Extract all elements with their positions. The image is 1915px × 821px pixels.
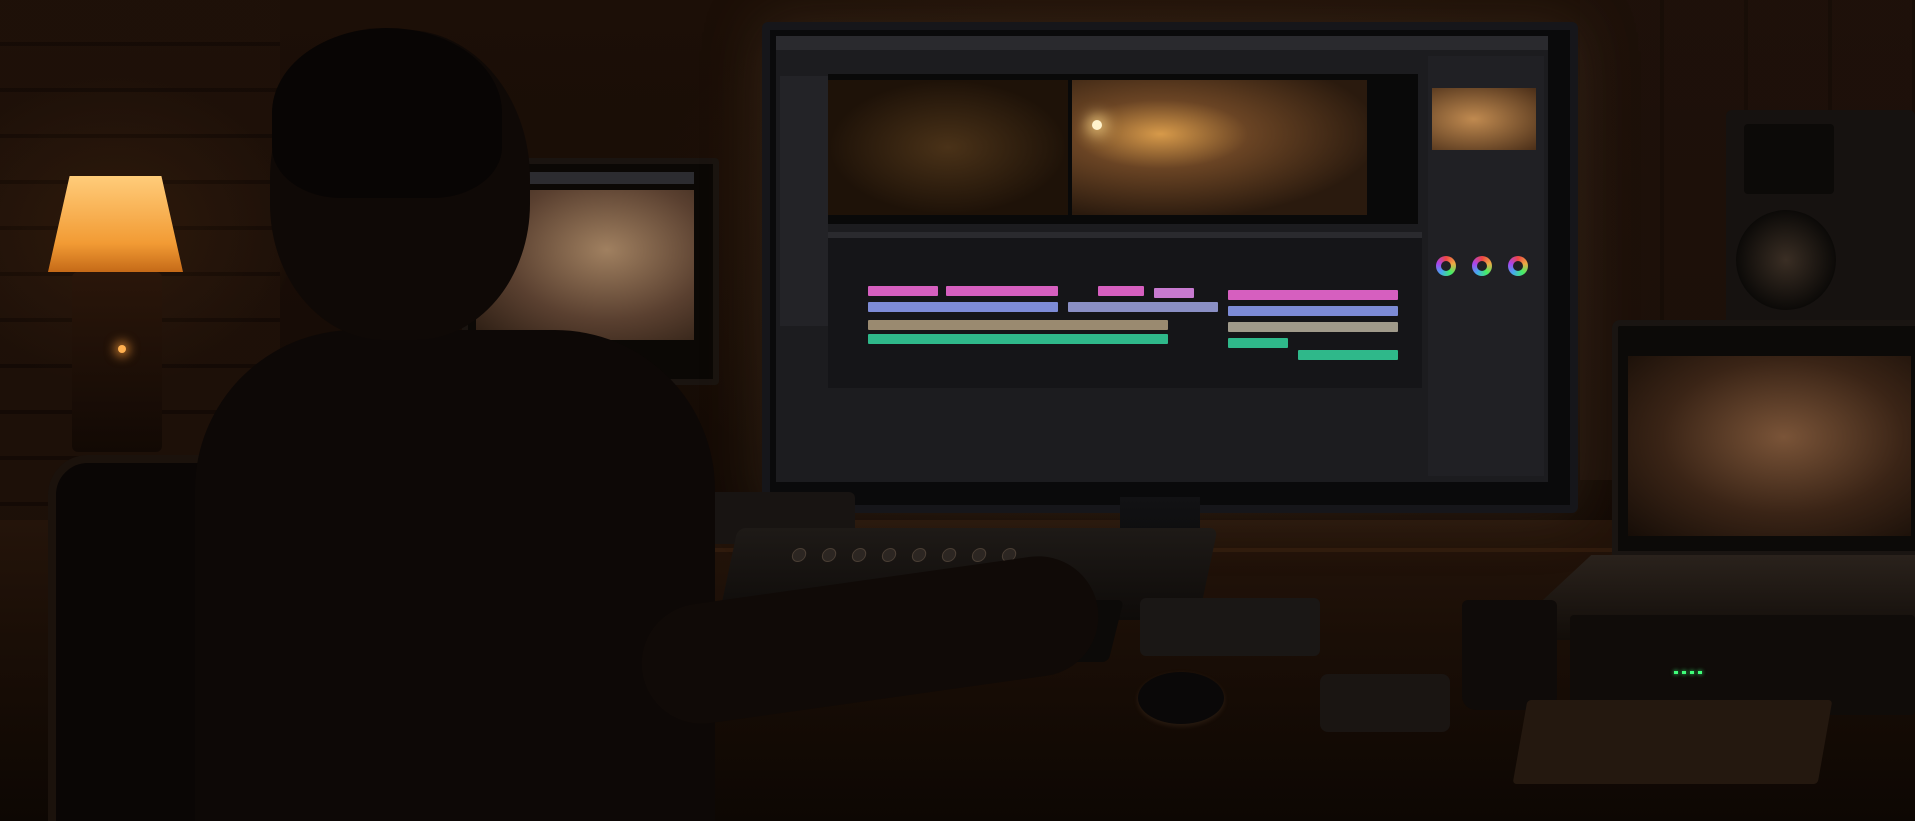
timeline-clip[interactable] xyxy=(1228,338,1288,348)
color-wheel-icon[interactable] xyxy=(1472,256,1492,276)
speaker-tweeter xyxy=(1744,124,1834,194)
table-lamp-base xyxy=(72,272,162,452)
speaker-woofer xyxy=(1736,210,1836,310)
coffee-mug xyxy=(1462,600,1557,710)
laptop-screen xyxy=(1612,320,1915,557)
media-browser-panel[interactable] xyxy=(780,76,828,326)
control-knob xyxy=(940,548,958,562)
control-knob xyxy=(970,548,988,562)
control-knob xyxy=(880,548,898,562)
timeline-clip[interactable] xyxy=(1228,322,1398,332)
indicator-light xyxy=(118,345,126,353)
timeline-clip[interactable] xyxy=(946,286,1058,296)
main-monitor xyxy=(762,22,1578,513)
status-led xyxy=(1698,671,1702,674)
editor-menubar[interactable] xyxy=(776,36,1548,50)
color-wheel-icon[interactable] xyxy=(1508,256,1528,276)
timeline-clip[interactable] xyxy=(868,286,938,296)
table-lamp-shade xyxy=(48,176,183,272)
video-editor-app xyxy=(776,36,1548,482)
notebook xyxy=(1512,700,1833,784)
studio-speaker xyxy=(1726,110,1915,330)
control-knob xyxy=(820,548,838,562)
control-knob xyxy=(790,548,808,562)
source-preview xyxy=(828,80,1068,215)
preview-lamp-highlight xyxy=(1092,120,1102,130)
status-led xyxy=(1674,671,1678,674)
program-preview xyxy=(1072,80,1367,215)
calculator xyxy=(1320,674,1450,732)
editing-suite-scene xyxy=(0,0,1915,821)
inspector-thumbnail xyxy=(1432,88,1536,150)
status-led xyxy=(1682,671,1686,674)
timeline-clip[interactable] xyxy=(868,302,1058,312)
timeline-clip[interactable] xyxy=(1068,302,1218,312)
control-knob xyxy=(850,548,868,562)
person-hair xyxy=(272,28,502,198)
mouse xyxy=(1138,672,1224,724)
laptop-preview xyxy=(1628,356,1911,536)
timeline-clip[interactable] xyxy=(868,334,1168,344)
control-knob xyxy=(910,548,928,562)
person-body xyxy=(195,330,715,821)
color-wheel-icon[interactable] xyxy=(1436,256,1456,276)
timeline-clip[interactable] xyxy=(1228,290,1398,300)
timeline-clip[interactable] xyxy=(1098,286,1144,296)
numeric-keypad xyxy=(1140,598,1320,656)
timeline-clip[interactable] xyxy=(1228,306,1398,316)
timeline-clip[interactable] xyxy=(1154,288,1194,298)
timeline-clip[interactable] xyxy=(1298,350,1398,360)
status-led xyxy=(1690,671,1694,674)
timeline-panel[interactable] xyxy=(828,238,1422,388)
timeline-clip[interactable] xyxy=(868,320,1168,330)
